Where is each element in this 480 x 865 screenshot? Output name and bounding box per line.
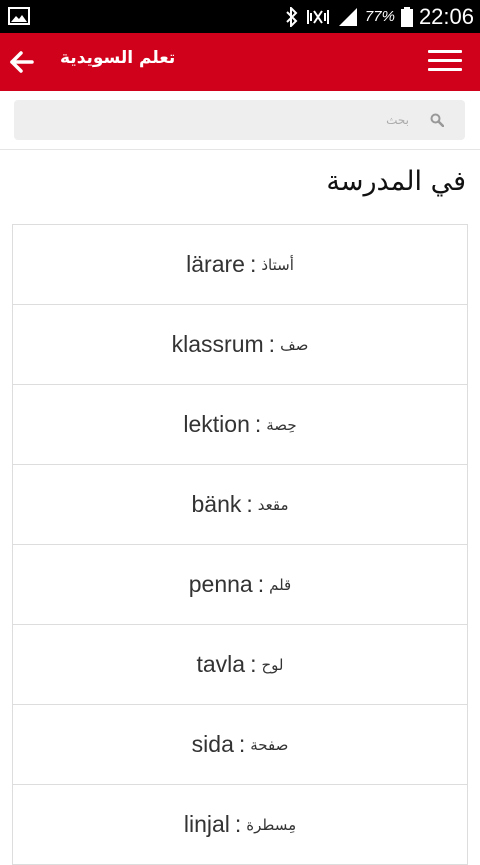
list-item[interactable]: sida : صفحة bbox=[13, 705, 467, 785]
signal-icon bbox=[338, 7, 357, 26]
bluetooth-icon bbox=[286, 6, 298, 27]
word-separator: : bbox=[254, 411, 262, 437]
word-separator: : bbox=[268, 331, 276, 357]
gallery-icon bbox=[8, 7, 30, 25]
arabic-translation: قلم bbox=[269, 575, 292, 594]
word-separator: : bbox=[250, 651, 257, 677]
search-bar bbox=[0, 91, 480, 150]
word-separator: : bbox=[234, 811, 242, 837]
word-separator: : bbox=[257, 571, 265, 597]
word-separator: : bbox=[249, 251, 257, 277]
menu-icon[interactable] bbox=[428, 50, 462, 76]
swedish-word: klassrum bbox=[171, 331, 264, 357]
arabic-translation: مقعد bbox=[257, 495, 289, 514]
search-icon[interactable] bbox=[430, 113, 444, 127]
search-input[interactable] bbox=[14, 100, 409, 140]
page-title: في المدرسة bbox=[326, 166, 466, 197]
swedish-word: bänk bbox=[191, 491, 242, 517]
list-item[interactable]: tavla : لوح bbox=[13, 625, 467, 705]
word-separator: : bbox=[246, 491, 253, 517]
arabic-translation: صف bbox=[280, 335, 309, 354]
clock: 22:06 bbox=[418, 3, 474, 29]
list-item[interactable]: lärare : أستاذ bbox=[13, 225, 467, 305]
list-item[interactable]: linjal : مِسطرة bbox=[13, 785, 467, 865]
word-separator: : bbox=[238, 731, 246, 757]
list-item[interactable]: klassrum : صف bbox=[13, 305, 467, 385]
arabic-translation: حِصة bbox=[266, 415, 297, 434]
status-bar: 77% 22:06 bbox=[0, 0, 480, 33]
swedish-word: lektion bbox=[183, 411, 250, 437]
arabic-translation: لوح bbox=[261, 655, 284, 674]
list-item[interactable]: bänk : مقعد bbox=[13, 465, 467, 545]
list-item[interactable]: penna : قلم bbox=[13, 545, 467, 625]
arabic-translation: مِسطرة bbox=[246, 815, 297, 834]
search-box[interactable] bbox=[14, 100, 465, 140]
app-bar: تعلم السويدية bbox=[0, 33, 480, 91]
arabic-translation: صفحة bbox=[250, 735, 289, 754]
battery-percentage: 77% bbox=[364, 8, 395, 25]
mute-icon bbox=[306, 9, 329, 24]
swedish-word: lärare bbox=[186, 251, 245, 277]
list-item[interactable]: lektion : حِصة bbox=[13, 385, 467, 465]
battery-icon bbox=[400, 6, 413, 27]
swedish-word: tavla bbox=[196, 651, 246, 677]
swedish-word: penna bbox=[188, 571, 253, 597]
word-list: lärare : أستاذ klassrum : صف lektion : ح… bbox=[12, 224, 468, 865]
swedish-word: sida bbox=[191, 731, 234, 757]
swedish-word: linjal bbox=[183, 811, 230, 837]
app-title: تعلم السويدية bbox=[60, 48, 176, 68]
arabic-translation: أستاذ bbox=[261, 255, 294, 274]
back-arrow-icon[interactable] bbox=[8, 47, 36, 77]
